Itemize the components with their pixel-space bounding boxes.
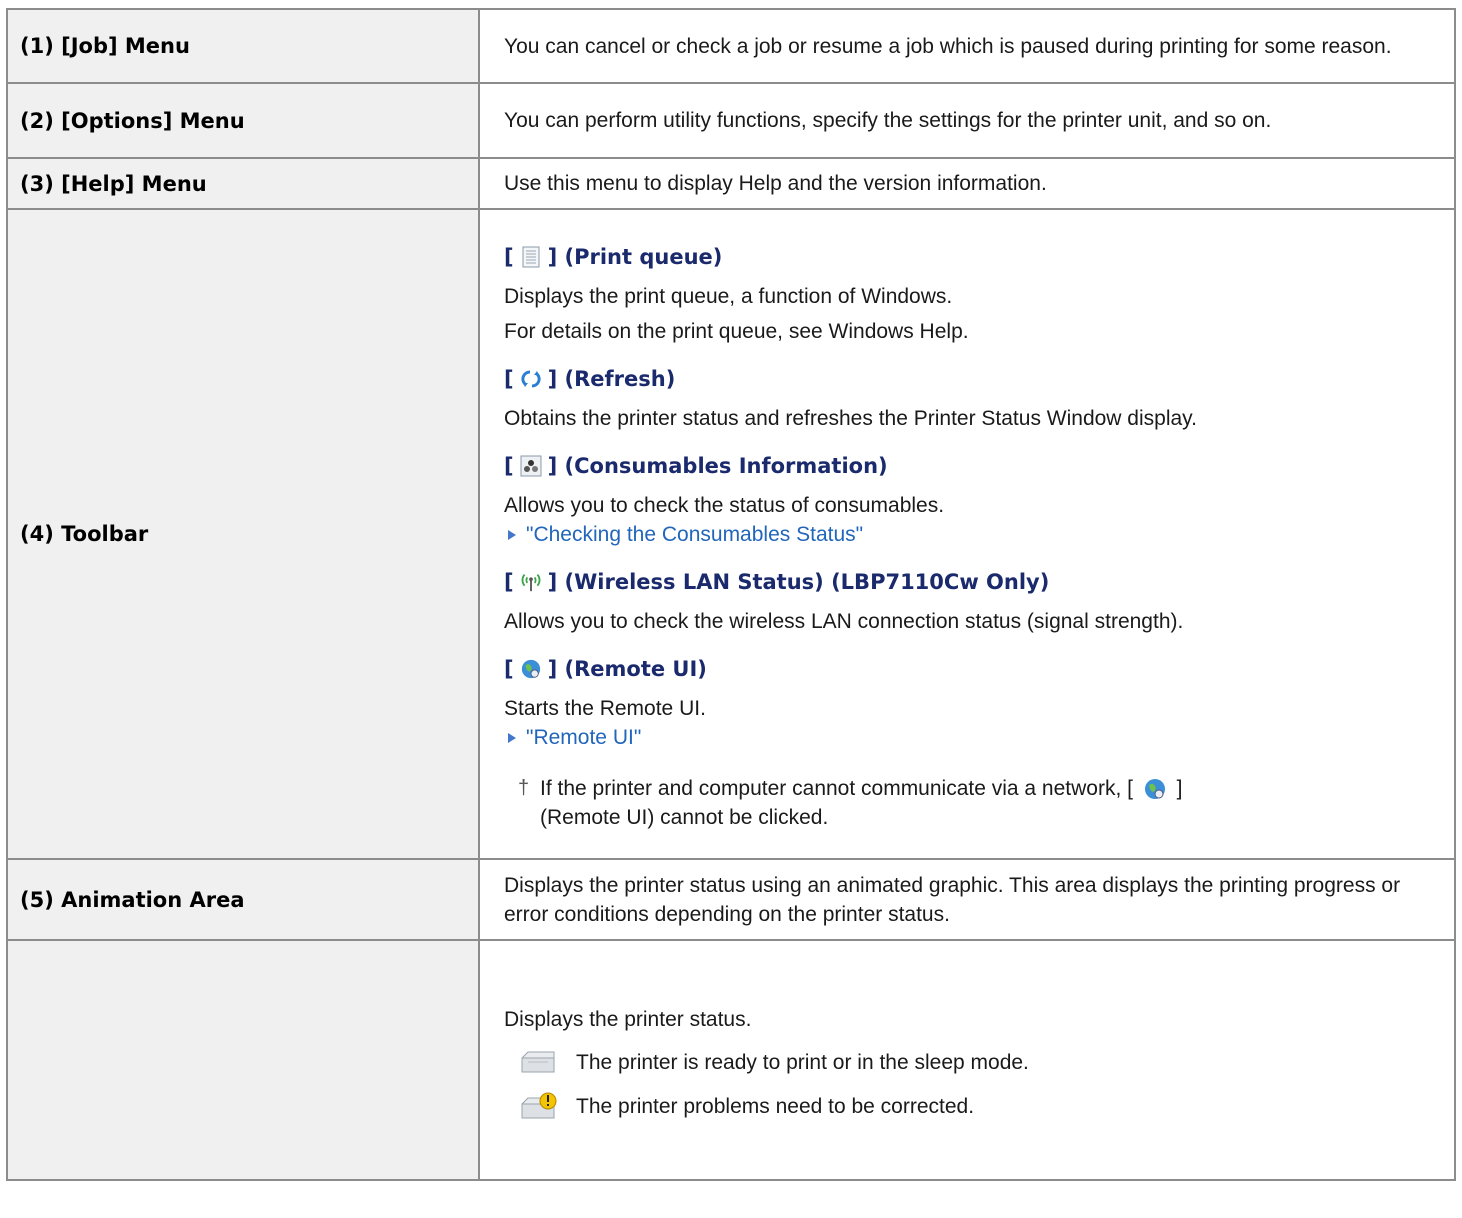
row-description: You can cancel or check a job or resume …	[478, 8, 1456, 84]
status-ready-text: The printer is ready to print or in the …	[576, 1051, 1029, 1074]
table-row: (4) Toolbar [ ] (Print queue) Displays t…	[6, 208, 1456, 860]
status-intro: Displays the printer status.	[504, 1007, 752, 1031]
consumables-heading: [ ] (Consumables Information)	[504, 451, 1436, 481]
row-label: (2) [Options] Menu	[6, 82, 480, 159]
wireless-title: ] (Wireless LAN Status) (LBP7110Cw Only)	[547, 570, 1050, 594]
link-arrow-icon	[508, 732, 516, 743]
table-row: (2) [Options] Menu You can perform utili…	[6, 82, 1456, 159]
bracket-open: [	[504, 245, 514, 269]
wireless-desc: Allows you to check the wireless LAN con…	[504, 610, 1184, 633]
row-description: Use this menu to display Help and the ve…	[478, 157, 1456, 210]
refresh-title: ] (Refresh)	[547, 367, 676, 391]
print-queue-desc-2: For details on the print queue, see Wind…	[504, 320, 969, 343]
printer-warning-icon	[521, 1092, 557, 1118]
refresh-desc: Obtains the printer status and refreshes…	[504, 407, 1197, 430]
remote-ui-note: † If the printer and computer cannot com…	[504, 774, 1436, 832]
link-text[interactable]: "Checking the Consumables Status"	[526, 520, 863, 549]
print-queue-heading: [ ] (Print queue)	[504, 242, 1436, 272]
wireless-heading: [ ] (Wireless LAN Status) (LBP7110Cw Onl…	[504, 567, 1436, 597]
remote-ui-icon	[1143, 777, 1167, 801]
consumables-status-link[interactable]: "Checking the Consumables Status"	[504, 520, 1436, 549]
bracket-open: [	[504, 570, 514, 594]
table-row: (3) [Help] Menu Use this menu to display…	[6, 157, 1456, 210]
refresh-heading: [ ] (Refresh)	[504, 364, 1436, 394]
table-row: (5) Animation Area Displays the printer …	[6, 858, 1456, 941]
dagger-icon: †	[518, 777, 530, 799]
print-queue-icon	[520, 246, 542, 268]
row-description: Displays the printer status using an ani…	[478, 858, 1456, 941]
row-label: (1) [Job] Menu	[6, 8, 480, 84]
status-problem: The printer problems need to be correcte…	[504, 1092, 1436, 1122]
note-text-b: ]	[1176, 777, 1183, 800]
bracket-open: [	[504, 454, 514, 478]
note-text-a: If the printer and computer cannot commu…	[540, 777, 1133, 800]
row-description: You can perform utility functions, speci…	[478, 82, 1456, 159]
remote-ui-heading: [ ] (Remote UI)	[504, 654, 1436, 684]
refresh-icon	[520, 368, 542, 390]
remote-ui-link[interactable]: "Remote UI"	[504, 723, 1436, 752]
link-text[interactable]: "Remote UI"	[526, 723, 641, 752]
row-label: (4) Toolbar	[6, 208, 480, 860]
note-text: If the printer and computer cannot commu…	[540, 774, 1183, 832]
remote-ui-icon	[520, 658, 542, 680]
consumables-title: ] (Consumables Information)	[547, 454, 888, 478]
row-label	[6, 939, 480, 1181]
table-row: Displays the printer status. The printer…	[6, 939, 1456, 1181]
printer-ready-icon	[521, 1051, 555, 1072]
row-label: (3) [Help] Menu	[6, 157, 480, 210]
link-arrow-icon	[508, 529, 516, 540]
remote-ui-title: ] (Remote UI)	[547, 657, 707, 681]
bracket-open: [	[504, 367, 514, 391]
bracket-open: [	[504, 657, 514, 681]
wireless-lan-icon	[520, 571, 542, 593]
consumables-icon	[520, 455, 542, 477]
status-ready: The printer is ready to print or in the …	[504, 1048, 1436, 1078]
status-problem-text: The printer problems need to be correcte…	[576, 1095, 975, 1118]
toolbar-description: [ ] (Print queue) Displays the print que…	[478, 208, 1456, 860]
print-queue-desc-1: Displays the print queue, a function of …	[504, 285, 953, 308]
row-label: (5) Animation Area	[6, 858, 480, 941]
menu-description-table: (1) [Job] Menu You can cancel or check a…	[6, 8, 1456, 1181]
status-description: Displays the printer status. The printer…	[478, 939, 1456, 1181]
remote-ui-desc: Starts the Remote UI.	[504, 697, 706, 720]
print-queue-title: ] (Print queue)	[547, 245, 723, 269]
note-text-c: (Remote UI) cannot be clicked.	[540, 806, 829, 829]
table-row: (1) [Job] Menu You can cancel or check a…	[6, 8, 1456, 84]
consumables-desc: Allows you to check the status of consum…	[504, 494, 945, 517]
